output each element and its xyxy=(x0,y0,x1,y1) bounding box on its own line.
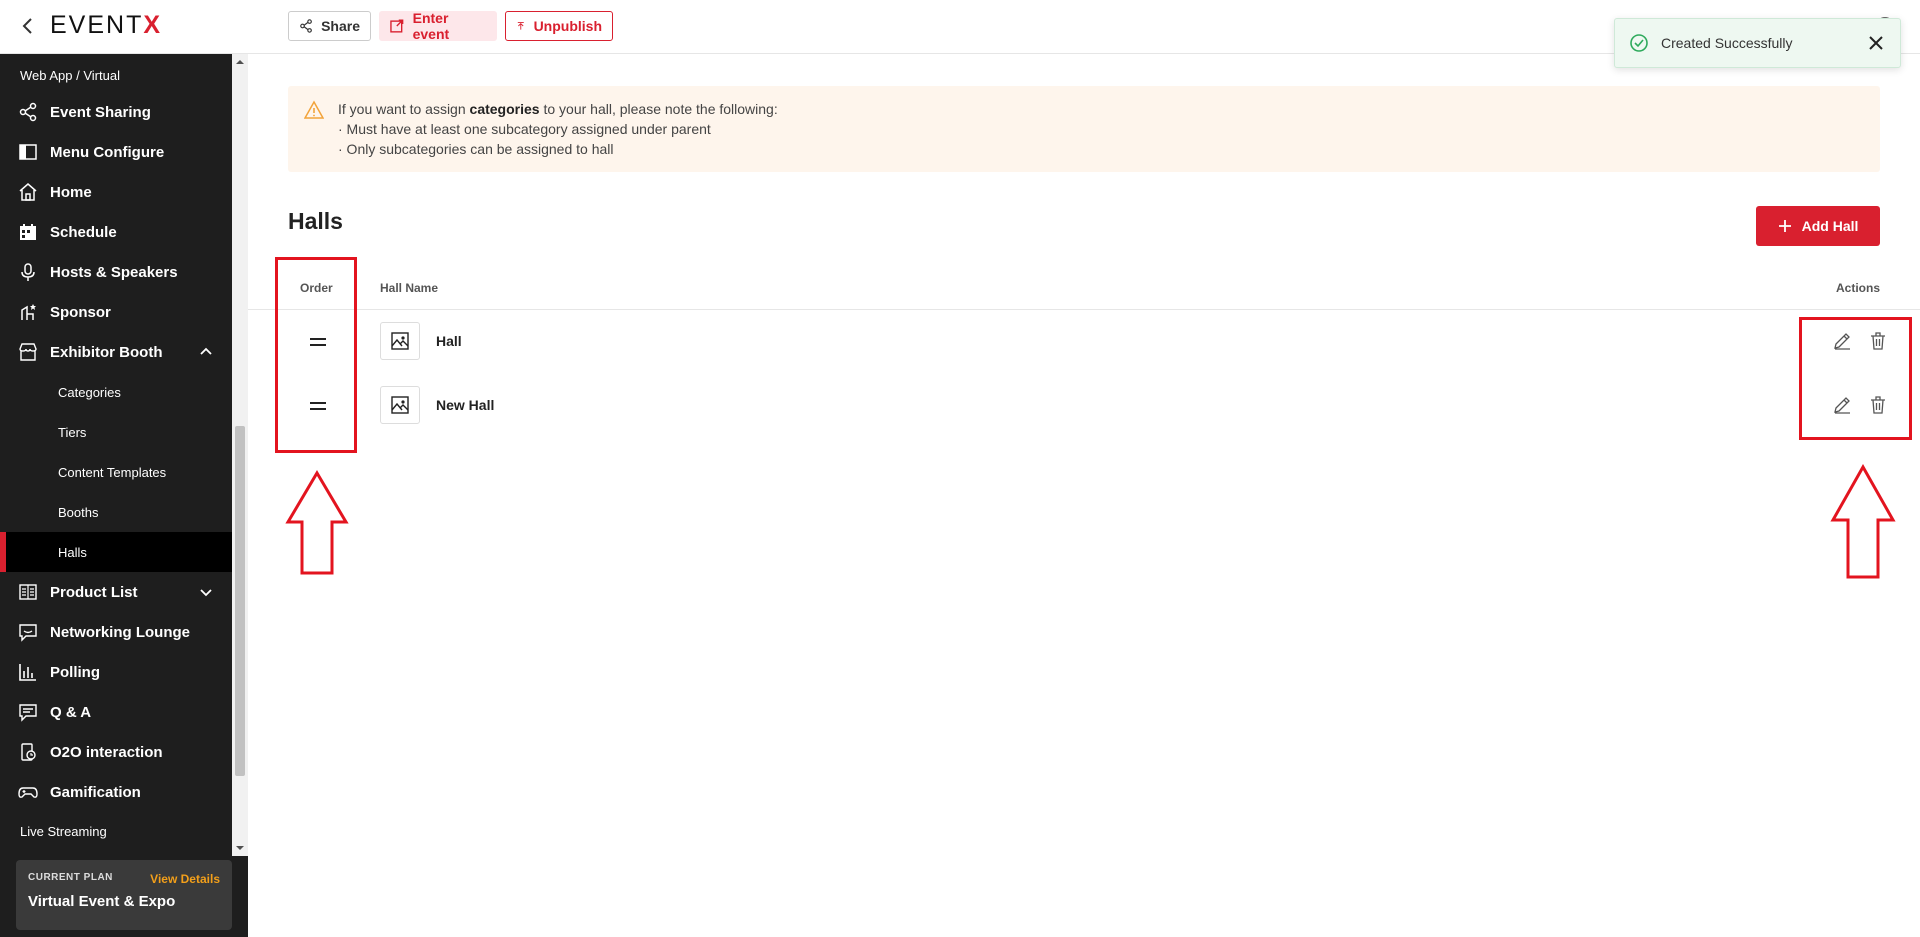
sidebar-item-sponsor[interactable]: Sponsor xyxy=(0,292,232,332)
annotation-box-order xyxy=(275,257,357,453)
eventx-logo[interactable]: EVENTX xyxy=(50,11,162,40)
device-icon xyxy=(21,743,36,761)
image-icon xyxy=(391,332,409,350)
hall-name: New Hall xyxy=(436,397,495,413)
home-icon xyxy=(19,183,37,201)
sidebar-item-label: Q & A xyxy=(50,703,92,721)
scrollbar-thumb[interactable] xyxy=(235,426,245,776)
share-button[interactable]: Share xyxy=(288,11,371,41)
sidebar-item-qa[interactable]: Q & A xyxy=(0,692,232,732)
sidebar-subitem-booths[interactable]: Booths xyxy=(0,492,232,532)
book-icon xyxy=(19,584,37,600)
hall-thumbnail[interactable] xyxy=(380,386,420,424)
sidebar-item-label: O2O interaction xyxy=(50,743,163,761)
warning-icon xyxy=(304,100,324,119)
sidebar-item-label: Hosts & Speakers xyxy=(50,263,178,281)
annotation-box-actions xyxy=(1799,317,1912,440)
sidebar: Web App / Virtual Event Sharing Menu Con… xyxy=(0,54,248,937)
close-icon[interactable] xyxy=(1866,33,1886,53)
sidebar-subitem-tiers[interactable]: Tiers xyxy=(0,412,232,452)
message-icon xyxy=(19,704,37,722)
table-divider xyxy=(248,309,1920,310)
sidebar-subitem-content-templates[interactable]: Content Templates xyxy=(0,452,232,492)
sidebar-item-label: Home xyxy=(50,183,92,201)
success-toast: Created Successfully xyxy=(1614,18,1901,68)
sidebar-item-label: Exhibitor Booth xyxy=(50,343,163,361)
view-details-link[interactable]: View Details xyxy=(150,872,220,886)
store-icon xyxy=(19,343,37,361)
sidebar-scrollbar[interactable] xyxy=(232,54,248,856)
share-icon xyxy=(300,19,312,33)
sidebar-item-label: Schedule xyxy=(50,223,117,241)
share-icon xyxy=(19,102,37,122)
column-header-actions: Actions xyxy=(1836,281,1881,295)
sidebar-item-home[interactable]: Home xyxy=(0,172,232,212)
notice-point: · Only subcategories can be assigned to … xyxy=(338,141,614,157)
sidebar-item-gamification[interactable]: Gamification xyxy=(0,772,232,812)
sidebar-subitem-label: Halls xyxy=(58,544,87,560)
plus-icon xyxy=(1778,220,1791,232)
sidebar-nav: Web App / Virtual Event Sharing Menu Con… xyxy=(0,54,232,856)
notice-point: · Must have at least one subcategory ass… xyxy=(338,121,711,137)
sidebar-subitem-label: Content Templates xyxy=(58,464,167,480)
microphone-icon xyxy=(21,263,35,281)
chevron-down-icon[interactable] xyxy=(198,584,214,600)
sponsor-icon xyxy=(21,304,36,320)
layout-icon xyxy=(19,144,37,160)
sidebar-item-schedule[interactable]: Schedule xyxy=(0,212,232,252)
unpublish-button[interactable]: Unpublish xyxy=(505,11,613,41)
sidebar-item-label: Event Sharing xyxy=(50,103,151,121)
sidebar-item-label: Polling xyxy=(50,663,100,681)
enter-event-button[interactable]: Enter event xyxy=(379,10,497,42)
sidebar-item-networking-lounge[interactable]: Networking Lounge xyxy=(0,612,232,652)
external-link-icon xyxy=(390,19,404,33)
notice-heading: If you want to assign categories to your… xyxy=(338,101,778,117)
sidebar-item-exhibitor-booth[interactable]: Exhibitor Booth xyxy=(0,332,232,372)
sidebar-item-hosts-speakers[interactable]: Hosts & Speakers xyxy=(0,252,232,292)
scroll-down-icon[interactable] xyxy=(236,844,244,852)
current-plan-card: CURRENT PLAN View Details Virtual Event … xyxy=(16,860,232,930)
unpublish-label: Unpublish xyxy=(533,18,602,34)
sidebar-item-event-sharing[interactable]: Event Sharing xyxy=(0,92,232,132)
sidebar-subitem-label: Booths xyxy=(58,504,99,520)
add-hall-button[interactable]: Add Hall xyxy=(1756,206,1880,246)
sidebar-item-o2o-interaction[interactable]: O2O interaction xyxy=(0,732,232,772)
scroll-up-icon[interactable] xyxy=(236,58,244,66)
sidebar-item-label: Gamification xyxy=(50,783,141,801)
categories-notice: If you want to assign categories to your… xyxy=(288,86,1880,172)
sidebar-item-label: Product List xyxy=(50,583,138,601)
gamepad-icon xyxy=(18,787,38,798)
sidebar-item-label: Networking Lounge xyxy=(50,623,190,641)
column-header-hall-name: Hall Name xyxy=(380,281,439,295)
check-circle-icon xyxy=(1630,34,1648,52)
share-label: Share xyxy=(321,18,360,34)
sidebar-subitem-halls[interactable]: Halls xyxy=(0,532,232,572)
chevron-up-icon[interactable] xyxy=(198,344,214,360)
image-icon xyxy=(391,396,409,414)
sidebar-caption-web-app: Web App / Virtual xyxy=(20,68,120,83)
hall-thumbnail[interactable] xyxy=(380,322,420,360)
sidebar-subitem-label: Tiers xyxy=(58,424,87,440)
toast-message: Created Successfully xyxy=(1661,35,1793,51)
annotation-arrow-up-icon xyxy=(1830,464,1896,579)
upload-icon xyxy=(517,21,524,30)
sidebar-item-polling[interactable]: Polling xyxy=(0,652,232,692)
sidebar-caption-live-streaming[interactable]: Live Streaming xyxy=(20,824,107,839)
sidebar-item-label: Menu Configure xyxy=(50,143,165,161)
page-title: Halls xyxy=(288,208,343,234)
sidebar-item-menu-configure[interactable]: Menu Configure xyxy=(0,132,232,172)
calendar-icon xyxy=(20,224,36,240)
back-arrow-icon[interactable] xyxy=(16,14,40,38)
enter-event-label: Enter event xyxy=(412,10,450,42)
sidebar-subitem-label: Categories xyxy=(58,384,121,400)
bar-chart-icon xyxy=(19,664,36,681)
sidebar-subitem-categories[interactable]: Categories xyxy=(0,372,232,412)
sidebar-item-label: Sponsor xyxy=(50,303,111,321)
annotation-arrow-up-icon xyxy=(285,470,349,575)
plan-name: Virtual Event & Expo xyxy=(28,893,176,910)
chat-smile-icon xyxy=(19,624,37,642)
sidebar-item-product-list[interactable]: Product List xyxy=(0,572,232,612)
hall-name: Hall xyxy=(436,333,462,349)
add-hall-label: Add Hall xyxy=(1801,218,1859,234)
